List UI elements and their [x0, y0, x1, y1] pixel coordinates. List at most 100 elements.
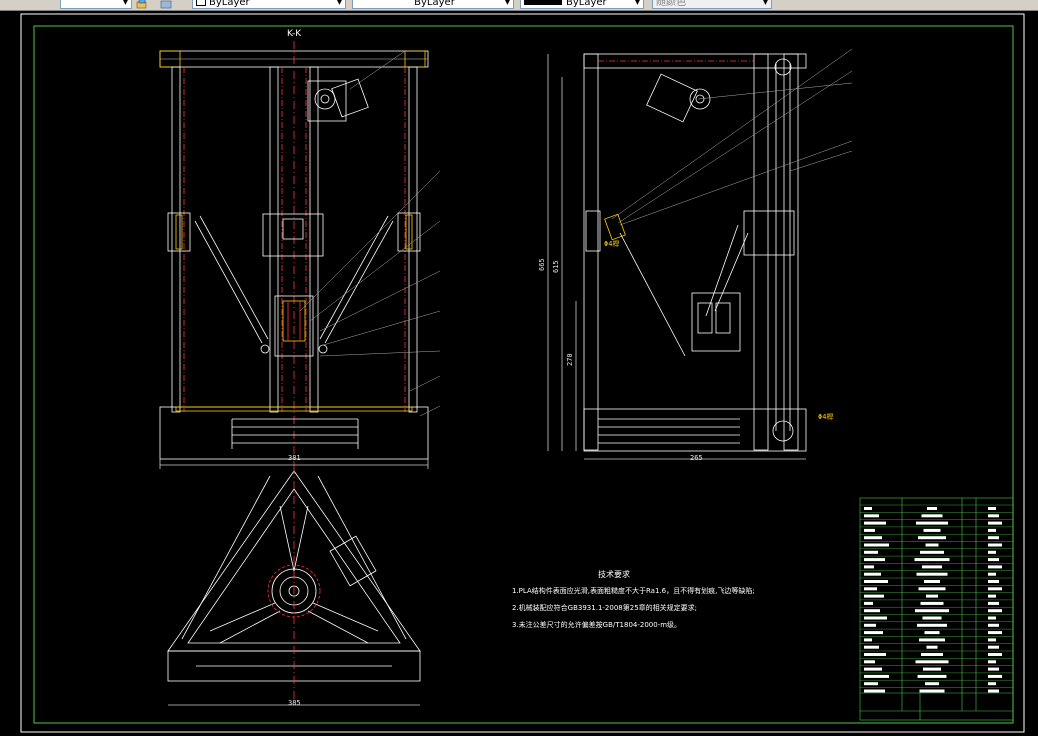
title-block-text-mark	[864, 543, 889, 547]
title-block-text-mark	[864, 521, 886, 525]
title-block-text-mark	[988, 543, 1002, 547]
title-block-text-mark	[925, 682, 939, 686]
title-block-text-mark	[988, 616, 996, 620]
title-block-text-mark	[925, 543, 939, 547]
layer-previous-icon[interactable]	[160, 0, 172, 9]
title-block-text-mark	[864, 601, 873, 605]
side-view	[547, 48, 853, 460]
model-space-canvas[interactable]: K-K 381 265 665 615 270 385 Φ4桿 Φ4桿 技术要求…	[0, 11, 1038, 736]
tech-note-line-1: 1.PLA结构件表面应光滑,表面粗糙度不大于Ra1.6，且不得有划痕,飞边等缺陷…	[512, 587, 755, 595]
title-block-text-mark	[988, 558, 999, 562]
dim-bottom-width: 385	[288, 699, 301, 707]
title-block-text-mark	[920, 601, 944, 605]
chevron-down-icon: ▼	[336, 0, 343, 6]
title-block-text-mark	[988, 667, 999, 671]
title-block-text-mark	[864, 550, 878, 554]
title-block-text-mark	[988, 514, 999, 518]
title-block-text-mark	[918, 536, 946, 540]
title-block-text-mark	[919, 638, 945, 642]
linetype-combo[interactable]: ByLayer ▼	[352, 0, 514, 9]
title-block-text-mark	[864, 594, 884, 598]
title-block-text-mark	[924, 631, 940, 635]
title-block-text-mark	[923, 528, 941, 532]
properties-toolbar: ▼ ByLayer ▼ ByLayer ▼ ByLayer ▼ 随颜色 ▼	[0, 0, 1038, 11]
front-view	[159, 41, 441, 469]
linetype-combo-value: ByLayer	[414, 0, 455, 8]
plotstyle-combo[interactable]: 随颜色 ▼	[652, 0, 772, 9]
lineweight-swatch	[524, 0, 562, 5]
title-block-text-mark	[864, 616, 887, 620]
title-block-text-mark	[926, 645, 938, 649]
title-block-text-mark	[922, 616, 942, 620]
title-block-text-mark	[988, 609, 1002, 613]
title-block-text-mark	[864, 507, 872, 510]
dim-side-note-1: Φ4桿	[604, 240, 620, 248]
title-block-text-mark	[988, 682, 996, 686]
title-block-text-mark	[864, 674, 889, 678]
title-block-text-mark	[924, 580, 940, 583]
chevron-down-icon: ▼	[762, 0, 769, 6]
chevron-down-icon: ▼	[634, 0, 641, 6]
title-block-text-mark	[919, 689, 945, 693]
title-block-text-mark	[915, 609, 949, 613]
title-block-text-mark	[864, 528, 875, 532]
dim-side-height-mid: 615	[552, 260, 560, 273]
title-block-text-mark	[864, 609, 880, 613]
tech-notes-title: 技术要求	[598, 570, 630, 579]
title-block-text-mark	[864, 667, 882, 671]
title-block-text-mark	[864, 565, 874, 569]
title-block-text-mark	[988, 594, 996, 598]
title-block-text-mark	[864, 558, 885, 562]
title-block-text-mark	[864, 631, 883, 635]
layer-combo-value: ByLayer	[209, 0, 250, 8]
title-block-text-mark	[864, 653, 886, 656]
chevron-down-icon: ▼	[122, 0, 129, 6]
title-block-text-mark	[988, 638, 996, 642]
title-block-text-mark	[923, 667, 941, 671]
layer-combo[interactable]: ByLayer ▼	[192, 0, 346, 9]
title-block-text-mark	[864, 514, 879, 518]
title-block-text-mark	[864, 682, 878, 686]
title-block-text-mark	[920, 550, 944, 554]
title-block-text-mark	[922, 565, 942, 569]
title-block-text-mark	[988, 572, 996, 576]
color-combo[interactable]: ▼	[60, 0, 132, 9]
title-block-text-mark	[917, 674, 947, 678]
title-block-text-mark	[864, 645, 879, 649]
title-block-text-mark	[864, 536, 882, 540]
title-block-text-mark	[988, 623, 999, 627]
title-block-text-mark	[988, 536, 999, 540]
title-block-text-mark	[926, 594, 938, 598]
dim-side-height-total: 665	[538, 258, 546, 271]
title-block-text-mark	[921, 653, 943, 656]
title-block-text-mark	[988, 601, 999, 605]
dim-front-width: 381	[288, 454, 301, 462]
dim-side-height-lower: 270	[566, 353, 574, 366]
title-block-text-mark	[988, 674, 1002, 678]
title-block-text-mark	[927, 507, 937, 510]
section-label: K-K	[287, 29, 302, 39]
dim-side-width: 265	[690, 454, 703, 462]
lineweight-combo[interactable]: ByLayer ▼	[520, 0, 644, 9]
title-block-text-mark	[988, 631, 1002, 635]
title-block-text-mark	[864, 587, 877, 591]
layer-states-icon[interactable]	[136, 0, 148, 9]
title-block-text-mark	[988, 587, 1002, 591]
title-block-text-mark	[864, 623, 876, 627]
title-block-text-mark	[916, 521, 948, 525]
title-block-text-mark	[988, 645, 999, 649]
title-block-text-mark	[864, 638, 872, 642]
title-block-text-mark	[916, 572, 948, 576]
title-block-text-mark	[988, 507, 996, 510]
top-view	[167, 466, 421, 706]
title-block-text-mark	[988, 521, 1002, 525]
chevron-down-icon: ▼	[504, 0, 511, 6]
title-block-text-mark	[864, 572, 881, 576]
title-block-text-mark	[864, 660, 875, 664]
title-block-text-mark	[917, 623, 947, 627]
title-block-text-mark	[915, 660, 949, 664]
title-block-text-mark	[988, 550, 996, 554]
tech-note-line-2: 2.机械装配应符合GB3931.1-2008第25章的相关规定要求;	[512, 604, 698, 612]
title-block-text-mark	[918, 587, 946, 591]
title-block-text-mark	[864, 689, 885, 693]
